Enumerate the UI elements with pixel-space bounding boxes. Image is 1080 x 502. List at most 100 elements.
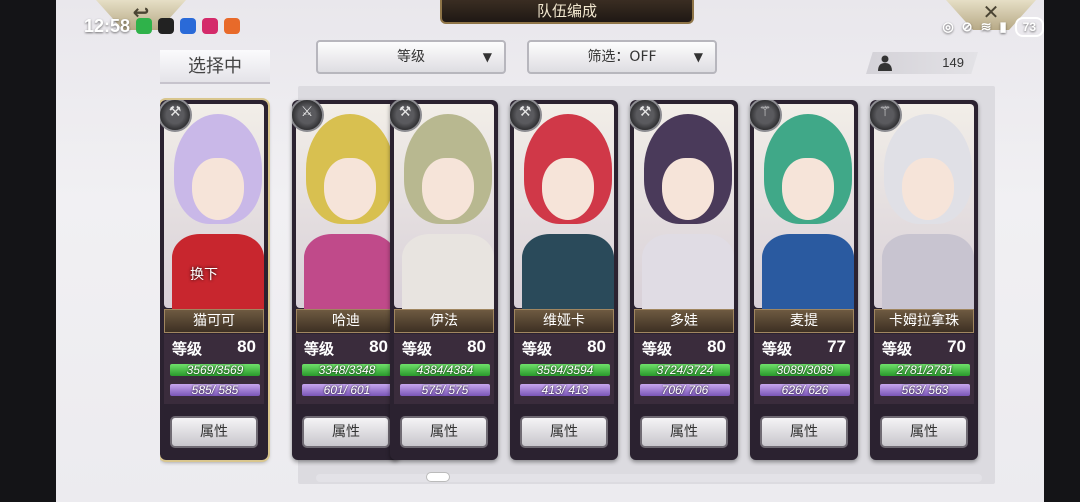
signal-icon: ▮ — [999, 19, 1007, 34]
hp-bar: 3724/3724 — [640, 364, 730, 376]
system-icons: ◎ ⊘ ≋ ▮ 73 — [942, 17, 1044, 37]
portrait-face — [662, 158, 714, 220]
unit-card[interactable]: ⚒ 伊法 等级 80 4384/4384 575/ 575 属性 — [390, 100, 498, 460]
unit-count: 149 — [942, 55, 964, 70]
portrait-outfit — [762, 234, 854, 312]
hp-bar: 2781/2781 — [880, 364, 970, 376]
mp-bar: 563/ 563 — [880, 384, 970, 396]
unit-stats: 等级 80 4384/4384 575/ 575 — [394, 334, 494, 404]
status-clock: 12:58 — [84, 16, 131, 36]
hp-bar: 4384/4384 — [400, 364, 490, 376]
qq-icon — [158, 18, 174, 34]
attribute-button[interactable]: 属性 — [640, 416, 728, 448]
unit-name: 伊法 — [394, 309, 494, 333]
selected-unit-card[interactable]: ⚒ 猫可可 等级 80 3569/3569 585/ 585 属性 换下 — [160, 98, 270, 462]
nfc-icon: ◎ — [942, 19, 954, 34]
level-label: 等级 — [762, 340, 793, 358]
filter-dropdown-value: 筛选：OFF — [587, 49, 657, 65]
unit-card[interactable]: ⚔ 哈迪 等级 80 3348/3348 601/ 601 属性 — [292, 100, 400, 460]
mp-bar: 601/ 601 — [302, 384, 392, 396]
unit-level: 80 — [707, 337, 726, 356]
level-label: 等级 — [522, 340, 553, 358]
unit-card[interactable]: ⚚ 麦提 等级 77 3089/3089 626/ 626 属性 — [750, 100, 858, 460]
person-icon — [878, 55, 892, 71]
unit-stats: 等级 77 3089/3089 626/ 626 — [754, 334, 854, 404]
level-label: 等级 — [882, 340, 913, 358]
chevron-down-icon: ▼ — [693, 50, 703, 64]
unit-level: 77 — [827, 337, 846, 356]
unit-card[interactable]: ⚚ 卡姆拉拿珠 等级 70 2781/2781 563/ 563 属性 — [870, 100, 978, 460]
portrait-outfit — [642, 234, 734, 312]
scrollbar-track[interactable] — [316, 474, 982, 482]
right-black-edge — [1044, 0, 1080, 502]
portrait-outfit — [522, 234, 614, 312]
unit-card[interactable]: ⚒ 多娃 等级 80 3724/3724 706/ 706 属性 — [630, 100, 738, 460]
battery-indicator: 73 — [1014, 17, 1044, 37]
wechat-icon — [136, 18, 152, 34]
attribute-button[interactable]: 属性 — [170, 416, 258, 448]
portrait-outfit — [402, 234, 494, 312]
hp-bar: 3594/3594 — [520, 364, 610, 376]
attribute-button[interactable]: 属性 — [400, 416, 488, 448]
unit-portrait — [394, 104, 494, 312]
scrollbar-thumb[interactable] — [426, 472, 450, 482]
unit-name: 麦提 — [754, 309, 854, 333]
unit-stats: 等级 80 3594/3594 413/ 413 — [514, 334, 614, 404]
unit-level: 80 — [237, 337, 256, 356]
unit-name: 维娅卡 — [514, 309, 614, 333]
mp-bar: 706/ 706 — [640, 384, 730, 396]
portrait-face — [422, 158, 474, 220]
portrait-face — [902, 158, 954, 220]
level-label: 等级 — [172, 340, 203, 358]
notification-icons — [136, 18, 240, 34]
unit-card-list: ⚒ 猫可可 等级 80 3569/3569 585/ 585 属性 换下 ⚔ 哈… — [160, 96, 990, 466]
hp-bar: 3348/3348 — [302, 364, 392, 376]
unit-stats: 等级 80 3348/3348 601/ 601 — [296, 334, 396, 404]
mp-bar: 626/ 626 — [760, 384, 850, 396]
unit-stats: 等级 80 3569/3569 585/ 585 — [164, 334, 264, 404]
unit-portrait — [296, 104, 396, 312]
unit-count-badge: 149 — [866, 52, 978, 74]
wifi-icon: ≋ — [980, 19, 992, 34]
swap-out-label: 换下 — [190, 267, 218, 283]
mp-bar: 575/ 575 — [400, 384, 490, 396]
level-label: 等级 — [642, 340, 673, 358]
chevron-down-icon: ▼ — [482, 50, 492, 64]
portrait-face — [192, 158, 244, 220]
selecting-tab[interactable]: 选择中 — [160, 50, 270, 84]
attribute-button[interactable]: 属性 — [520, 416, 608, 448]
unit-level: 70 — [947, 337, 966, 356]
portrait-outfit — [172, 234, 264, 312]
unit-name: 猫可可 — [164, 309, 264, 333]
portrait-face — [782, 158, 834, 220]
portrait-face — [542, 158, 594, 220]
unit-name: 卡姆拉拿珠 — [874, 309, 974, 333]
sort-dropdown-value: 等级 — [397, 49, 425, 65]
unit-portrait — [754, 104, 854, 312]
portrait-outfit — [882, 234, 974, 312]
unit-level: 80 — [587, 337, 606, 356]
attribute-button[interactable]: 属性 — [760, 416, 848, 448]
attribute-button[interactable]: 属性 — [880, 416, 968, 448]
portrait-outfit — [304, 234, 396, 312]
unit-name: 多娃 — [634, 309, 734, 333]
app-icon-3 — [224, 18, 240, 34]
sort-dropdown[interactable]: 等级 ▼ — [316, 40, 506, 74]
left-black-edge — [0, 0, 56, 502]
app-icon-2 — [202, 18, 218, 34]
mp-bar: 413/ 413 — [520, 384, 610, 396]
attribute-button[interactable]: 属性 — [302, 416, 390, 448]
unit-level: 80 — [467, 337, 486, 356]
mute-icon: ⊘ — [961, 19, 973, 34]
unit-card[interactable]: ⚒ 维娅卡 等级 80 3594/3594 413/ 413 属性 — [510, 100, 618, 460]
unit-stats: 等级 70 2781/2781 563/ 563 — [874, 334, 974, 404]
level-label: 等级 — [402, 340, 433, 358]
portrait-face — [324, 158, 376, 220]
unit-portrait — [874, 104, 974, 312]
mp-bar: 585/ 585 — [170, 384, 260, 396]
unit-portrait — [514, 104, 614, 312]
app-icon — [180, 18, 196, 34]
level-label: 等级 — [304, 340, 335, 358]
unit-portrait — [634, 104, 734, 312]
filter-dropdown[interactable]: 筛选：OFF ▼ — [527, 40, 717, 74]
